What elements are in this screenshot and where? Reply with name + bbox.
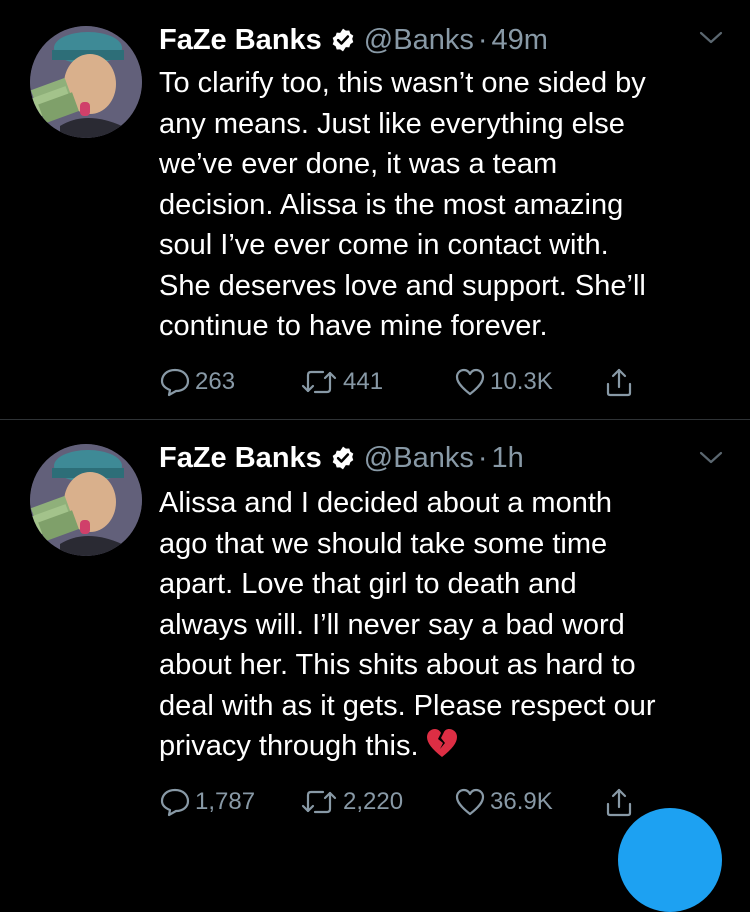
tweet-header: FaZe Banks @Banks · 1h: [159, 438, 524, 478]
compose-fab[interactable]: [618, 808, 722, 912]
timestamp[interactable]: 1h: [492, 442, 524, 475]
tweet[interactable]: FaZe Banks @Banks · 1h Alissa and I deci…: [0, 0, 750, 841]
like-button[interactable]: 36.9K: [454, 787, 604, 817]
retweet-button[interactable]: 2,220: [299, 787, 454, 817]
tweet-text: Alissa and I decided about a month ago t…: [159, 483, 729, 771]
reply-count: 1,787: [195, 788, 256, 815]
author-handle[interactable]: @Banks: [364, 442, 474, 475]
tweet-actions: 1,787 2,220 36.9K: [159, 782, 634, 822]
avatar[interactable]: [30, 444, 142, 556]
retweet-count: 2,220: [343, 788, 404, 815]
broken-heart-emoji: [425, 727, 459, 771]
share-icon: [604, 786, 634, 818]
reply-icon: [159, 787, 191, 817]
share-button[interactable]: [604, 786, 634, 818]
reply-button[interactable]: 1,787: [159, 787, 299, 817]
verified-badge-icon: [330, 445, 356, 471]
like-count: 36.9K: [490, 788, 553, 815]
tweet-text-content: Alissa and I decided about a month ago t…: [159, 487, 656, 762]
chevron-down-icon[interactable]: [698, 450, 724, 471]
separator-dot: ·: [477, 441, 488, 474]
author-name[interactable]: FaZe Banks: [159, 442, 322, 475]
retweet-icon: [299, 787, 339, 817]
heart-icon: [454, 787, 486, 817]
